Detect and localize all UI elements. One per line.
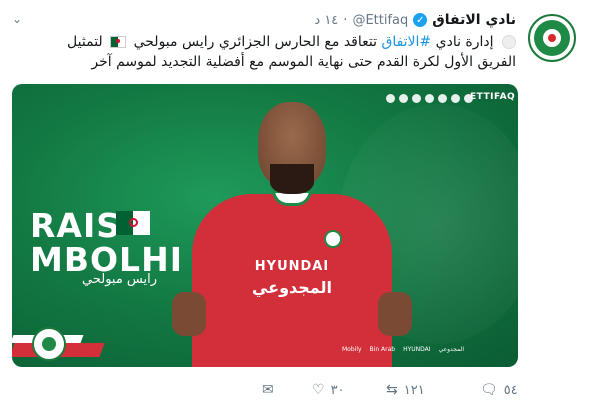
thumbs-up-right xyxy=(378,292,412,336)
sponsor-logo: المجدوعي xyxy=(438,346,465,353)
reply-icon: 🗨 xyxy=(480,382,498,398)
player-beard xyxy=(270,164,314,194)
jersey-sponsor-arabic: المجدوعي xyxy=(251,278,333,297)
sponsor-logo: Mobily xyxy=(342,346,362,353)
tweet-text: إدارة نادي #الاتفاق تتعاقد مع الحارس الج… xyxy=(26,32,516,72)
sponsor-logo: HYUNDAI xyxy=(403,346,431,353)
like-button[interactable]: ♡ ٣٠ xyxy=(312,382,345,398)
image-handle: ETTIFAQ xyxy=(470,92,516,102)
player-photo: HYUNDAI المجدوعي xyxy=(172,94,412,367)
reply-button[interactable]: 🗨 ٥٤ xyxy=(480,382,518,398)
direct-message-button[interactable]: ✉ xyxy=(262,382,274,398)
like-count: ٣٠ xyxy=(330,382,345,398)
sponsor-logos: Mobily Bin Arab HYUNDAI المجدوعي xyxy=(342,346,464,353)
twitter-icon xyxy=(451,94,460,103)
club-logo-icon xyxy=(534,20,570,56)
separator-dot: · xyxy=(343,12,348,28)
algeria-flag-icon xyxy=(110,36,127,48)
retweet-button[interactable]: ⇆ ١٢١ xyxy=(386,382,425,398)
avatar[interactable] xyxy=(528,14,576,62)
jersey-sponsor: HYUNDAI xyxy=(254,259,330,274)
club-crest-icon xyxy=(324,230,342,248)
sponsor-logo: Bin Arab xyxy=(369,346,396,353)
player-arabic-name: رايس مبولحي xyxy=(82,272,158,287)
display-name[interactable]: نادي الاتفاق xyxy=(432,12,516,28)
tweet-header: نادي الاتفاق ✓ @Ettifaq · ١٤ د xyxy=(314,10,516,30)
youtube-icon xyxy=(425,94,434,103)
envelope-icon: ✉ xyxy=(262,382,274,398)
snapchat-icon xyxy=(438,94,447,103)
retweet-icon: ⇆ xyxy=(386,382,398,398)
club-badge-icon xyxy=(32,327,66,361)
retweet-count: ١٢١ xyxy=(403,382,425,398)
facebook-icon xyxy=(412,94,421,103)
verified-badge-icon: ✓ xyxy=(413,13,428,27)
hashtag-link[interactable]: #الاتفاق xyxy=(381,34,431,50)
timestamp[interactable]: ١٤ د xyxy=(314,13,338,28)
user-handle[interactable]: @Ettifaq xyxy=(352,13,408,28)
heart-icon: ♡ xyxy=(312,382,325,398)
tweet-card[interactable]: ⌄ نادي الاتفاق ✓ @Ettifaq · ١٤ د إدارة ن… xyxy=(0,0,590,410)
tweet-image[interactable]: ETTIFAQ RAIS MBOLHI رايس مبولحي HYUNDAI … xyxy=(12,84,518,367)
thumbs-up-left xyxy=(172,292,206,336)
reply-count: ٥٤ xyxy=(503,382,518,398)
chevron-down-icon[interactable]: ⌄ xyxy=(12,12,22,26)
player-first-name: RAIS xyxy=(30,206,121,245)
tweet-actions: 🗨 ٥٤ ⇆ ١٢١ ♡ ٣٠ ✉ xyxy=(0,380,590,402)
loading-dot-icon xyxy=(502,35,516,49)
algeria-flag-icon xyxy=(116,211,150,235)
tweet-text-part1: إدارة نادي xyxy=(435,34,494,50)
tweet-text-part2: تتعاقد مع الحارس الجزائري رايس مبولحي xyxy=(133,34,377,50)
